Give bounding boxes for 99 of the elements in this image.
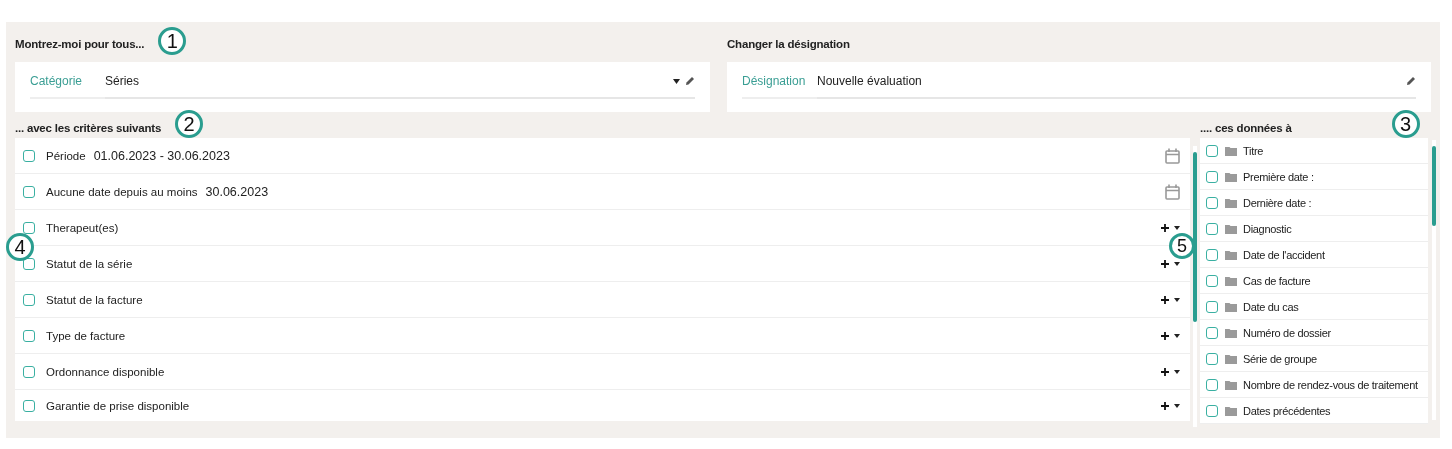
folder-icon[interactable] [1225,353,1237,364]
criteria-label: Type de facture [46,329,126,342]
plus-icon[interactable] [1161,367,1169,376]
checkbox[interactable] [23,293,35,306]
section-title: .... ces données à [1200,122,1292,134]
criteria-label: Statut de la facture [46,293,143,306]
checkbox[interactable] [1206,196,1218,209]
criteria-value: 30.06.2023 [205,184,269,199]
data-field-row[interactable]: Date du cas [1200,294,1428,320]
data-field-label: Titre [1243,144,1264,157]
checkbox[interactable] [1206,326,1218,339]
folder-icon[interactable] [1225,327,1237,338]
data-field-row[interactable]: Série de groupe [1200,346,1428,372]
checkbox[interactable] [1206,378,1218,391]
callout-number: 2 [175,110,204,138]
data-field-row[interactable]: Première date : [1200,164,1428,190]
data-field-label: Diagnostic [1243,222,1292,235]
field-label: Désignation [742,65,817,99]
folder-icon[interactable] [1225,249,1237,260]
plus-icon[interactable] [1161,295,1169,304]
folder-icon[interactable] [1225,379,1237,390]
checkbox[interactable] [23,257,35,270]
data-field-label: Dates précédentes [1243,404,1331,417]
data-field-label: Première date : [1243,170,1314,183]
data-field-row[interactable]: Cas de facture [1200,268,1428,294]
text-field[interactable]: Séries [105,65,695,99]
checkbox[interactable] [23,329,35,342]
data-field-label: Nombre de rendez-vous de traitement [1243,378,1418,391]
folder-icon[interactable] [1225,405,1237,416]
criteria-value: 01.06.2023 - 30.06.2023 [93,148,230,163]
data-field-label: Cas de facture [1243,274,1311,287]
criteria-label: Statut de la série [46,257,133,270]
caret-icon[interactable] [1174,403,1180,408]
callout-number: 4 [6,233,34,261]
criteria-row[interactable]: Ordonnance disponible [15,354,1190,390]
data-field-row[interactable]: Nombre de rendez-vous de traitement [1200,372,1428,398]
checkbox[interactable] [1206,274,1218,287]
plus-icon[interactable] [1161,259,1169,268]
data-field-label: Dernière date : [1243,196,1312,209]
callout-number: 1 [158,27,187,55]
plus-icon[interactable] [1161,223,1169,232]
criteria-label: Période [46,149,86,162]
text-field[interactable]: Nouvelle évaluation [817,65,1416,99]
data-field-label: Série de groupe [1243,352,1317,365]
checkbox[interactable] [23,185,35,198]
checkbox[interactable] [23,221,35,234]
criteria-label: Garantie de prise disponible [46,399,190,412]
checkbox[interactable] [1206,352,1218,365]
section-title: Changer la désignation [727,38,850,50]
calendar-icon[interactable] [1165,147,1180,164]
criteria-row[interactable]: Aucune date depuis au moins 30.06.2023 [15,174,1190,210]
criteria-row[interactable]: Type de facture [15,318,1190,354]
data-field-row[interactable]: Dates précédentes [1200,398,1428,424]
caret-icon[interactable] [1174,225,1180,230]
criteria-row[interactable]: Statut de la facture [15,282,1190,318]
data-field-row[interactable]: Diagnostic [1200,216,1428,242]
criteria-label: Aucune date depuis au moins [46,185,198,198]
folder-icon[interactable] [1225,171,1237,182]
checkbox[interactable] [1206,300,1218,313]
data-field-label: Date du cas [1243,300,1299,313]
plus-icon[interactable] [1161,331,1169,340]
pencil-icon[interactable] [1406,76,1416,86]
checkbox[interactable] [23,149,35,162]
caret-icon[interactable] [1174,369,1180,374]
pencil-icon[interactable] [685,76,695,86]
calendar-icon[interactable] [1165,183,1180,200]
checkbox[interactable] [1206,170,1218,183]
checkbox[interactable] [23,365,35,378]
section-title: ... avec les critères suivants [15,122,162,134]
section-title: Montrez-moi pour tous... [15,38,145,50]
caret-icon[interactable] [1174,261,1180,266]
folder-icon[interactable] [1225,275,1237,286]
caret-icon[interactable] [1174,333,1180,338]
criteria-label: Therapeut(es) [46,221,119,234]
field-label: Catégorie [30,65,105,99]
data-field-label: Numéro de dossier [1243,326,1331,339]
checkbox[interactable] [23,399,35,412]
checkbox[interactable] [1206,144,1218,157]
callout-number: 3 [1391,110,1420,138]
data-field-label: Date de l'accident [1243,248,1325,261]
checkbox[interactable] [1206,222,1218,235]
data-field-row[interactable]: Dernière date : [1200,190,1428,216]
checkbox[interactable] [1206,404,1218,417]
criteria-row[interactable]: Période 01.06.2023 - 30.06.2023 [15,138,1190,174]
data-field-row[interactable]: Numéro de dossier [1200,320,1428,346]
data-field-row[interactable]: Date de l'accident [1200,242,1428,268]
scrollbar[interactable] [1432,140,1436,420]
folder-icon[interactable] [1225,145,1237,156]
folder-icon[interactable] [1225,197,1237,208]
folder-icon[interactable] [1225,223,1237,234]
plus-icon[interactable] [1161,401,1169,410]
caret-icon[interactable] [673,78,680,84]
folder-icon[interactable] [1225,301,1237,312]
data-field-row[interactable]: Titre [1200,138,1428,164]
caret-icon[interactable] [1174,297,1180,302]
checkbox[interactable] [1206,248,1218,261]
criteria-row[interactable]: Garantie de prise disponible [15,390,1190,421]
scrollbar[interactable] [1193,146,1197,427]
criteria-label: Ordonnance disponible [46,365,165,378]
